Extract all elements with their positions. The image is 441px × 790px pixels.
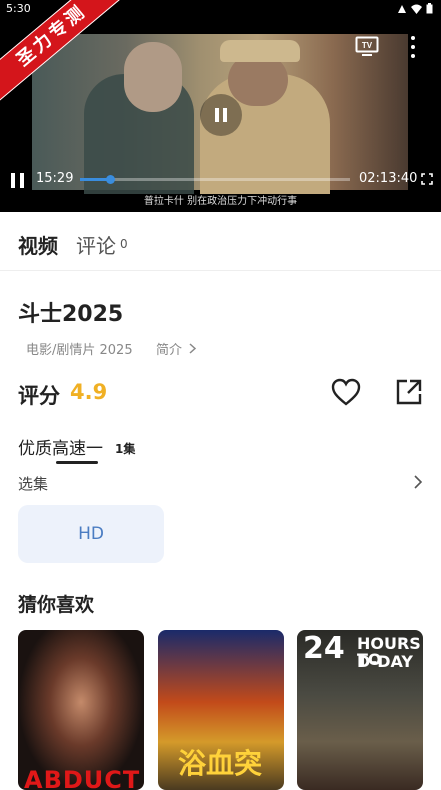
poster-card[interactable]: 24 HOURS TO D-DAY — [297, 630, 423, 790]
current-time: 15:29 — [36, 171, 74, 186]
share-icon[interactable] — [396, 379, 422, 405]
poster-title: 24 — [303, 631, 345, 666]
more-options-button[interactable] — [406, 36, 420, 58]
center-pause-button[interactable] — [200, 94, 242, 136]
chevron-right-icon — [189, 343, 197, 354]
movie-title: 斗士2025 — [18, 302, 124, 327]
source-episode-count: 1集 — [115, 442, 136, 456]
player-controls: 15:29 02:13:40 — [0, 168, 441, 192]
pause-bar — [11, 173, 15, 188]
poster-card[interactable]: ABDUCT — [18, 630, 144, 790]
status-icons — [397, 3, 433, 14]
source-tab-indicator — [56, 461, 98, 464]
heart-icon[interactable] — [331, 378, 361, 406]
tab-comment[interactable]: 评论 — [76, 230, 116, 259]
progress-slider[interactable] — [80, 175, 350, 184]
recommend-title: 猜你喜欢 — [18, 594, 95, 616]
rating-label: 评分 — [18, 384, 60, 408]
cast-tv-button[interactable]: TV — [355, 36, 379, 58]
poster-title: ABDUCT — [24, 766, 141, 790]
progress-knob[interactable] — [105, 175, 115, 184]
episode-button[interactable]: HD — [18, 505, 164, 563]
frame-head-left — [124, 42, 182, 112]
fullscreen-icon[interactable] — [421, 173, 433, 185]
poster-title: D-DAY — [357, 652, 413, 671]
tv-icon: TV — [355, 36, 379, 56]
battery-icon — [426, 3, 433, 14]
poster-title: 浴血突围 — [178, 747, 263, 790]
content-tabs: 视频 评论 0 — [0, 212, 441, 271]
intro-label: 简介 — [156, 343, 183, 358]
frame-cap — [220, 40, 300, 62]
status-time: 5:30 — [6, 2, 31, 15]
video-subtitle: 普拉卡什 别在政治压力下冲动行事 — [143, 196, 298, 207]
source-tab[interactable]: 优质高速一 — [18, 434, 103, 459]
poster-card[interactable]: 浴血突围 — [158, 630, 284, 790]
pause-button[interactable] — [10, 172, 26, 188]
chevron-right-icon[interactable] — [413, 475, 423, 489]
video-player[interactable]: 5:30 圣力专测 TV 15:29 02:13:40 普拉卡什 别在政治压力下… — [0, 0, 441, 212]
pause-bar — [20, 173, 24, 188]
episode-label: HD — [78, 524, 104, 544]
rating-value: 4.9 — [70, 380, 108, 404]
dot-icon — [411, 45, 415, 49]
total-time: 02:13:40 — [359, 171, 418, 186]
pause-bar — [223, 108, 227, 122]
pause-bar — [215, 108, 219, 122]
wifi-icon — [411, 4, 422, 14]
dot-icon — [411, 36, 415, 40]
tab-video[interactable]: 视频 — [18, 230, 58, 259]
intro-link[interactable]: 简介 — [156, 339, 197, 358]
episodes-label: 选集 — [18, 475, 49, 493]
signal-icon — [398, 4, 406, 13]
comment-count: 0 — [120, 237, 128, 251]
tv-label: TV — [362, 41, 373, 50]
dot-icon — [411, 54, 415, 58]
movie-meta: 电影/剧情片 2025 — [26, 343, 133, 358]
